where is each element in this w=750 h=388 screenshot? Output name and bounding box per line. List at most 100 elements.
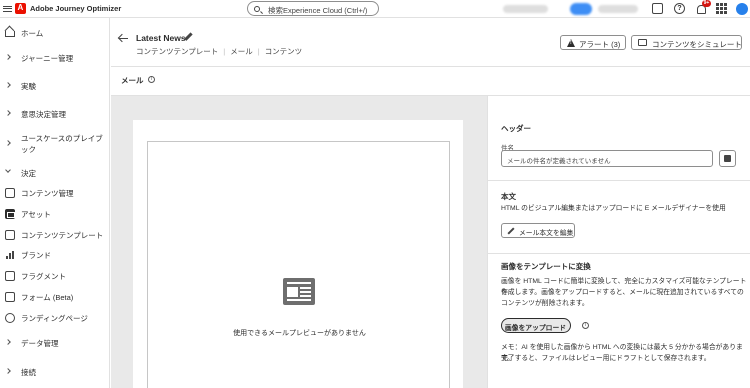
nav-label: データ管理 [21, 339, 59, 348]
nav-item-home[interactable]: ホーム [0, 24, 110, 42]
notification-badge: 9+ [702, 0, 711, 7]
top-bar: Adobe Journey Optimizer 検索Experience Clo… [0, 0, 750, 18]
feedback-icon[interactable] [652, 3, 663, 14]
adobe-logo[interactable] [15, 3, 26, 14]
convert-description-line: コンテンツが削除されます。 [501, 300, 589, 307]
nav-label: ジャーニー管理 [21, 54, 74, 63]
personalization-button[interactable] [719, 150, 736, 167]
convert-description-line: 作成します。画像をアップロードすると、メールに現在追加されているすべての [501, 289, 744, 296]
nav-item-assets[interactable]: アセット [0, 205, 110, 223]
properties-panel: ヘッダー 件名 メールの件名が定義されていません 本文 HTML のビジュアル編… [487, 96, 750, 388]
nav-label: フォーム (Beta) [21, 293, 74, 302]
content-icon [5, 188, 15, 198]
chevron-right-icon [5, 82, 11, 88]
header-section-title: ヘッダー [501, 124, 531, 133]
body-section-title: 本文 [501, 192, 516, 201]
divider [111, 66, 750, 67]
nav-label: アセット [21, 210, 51, 219]
empty-preview-icon [283, 278, 315, 305]
simulate-content-button[interactable]: コンテンツをシミュレート [631, 35, 742, 50]
chevron-down-icon [5, 167, 11, 173]
back-arrow-icon[interactable] [119, 38, 129, 40]
body-description: HTML のビジュアル編集またはアップロードに E メールデザイナーを使用 [501, 205, 726, 212]
nav-label: フラグメント [21, 272, 66, 281]
note-line: 完了すると、ファイルはレビュー用にドラフトとして保存されます。 [501, 355, 711, 362]
home-icon [5, 31, 15, 37]
chevron-right-icon [5, 140, 11, 146]
nav-label: コンテンツ管理 [21, 189, 74, 198]
nav-label: 決定 [21, 169, 36, 178]
search-placeholder: 検索Experience Cloud (Ctrl+/) [268, 6, 368, 15]
chevron-right-icon [5, 54, 11, 60]
fragment-icon [5, 271, 15, 281]
breadcrumb-separator: | [223, 47, 226, 56]
nav-item-journey[interactable]: ジャーニー管理 [0, 49, 110, 67]
breadcrumb-separator: | [257, 47, 260, 56]
sandbox-badge[interactable] [570, 3, 592, 15]
empty-preview-text: 使用できるメールプレビューがありません [233, 330, 366, 337]
chevron-right-icon [5, 339, 11, 345]
assets-icon [5, 209, 15, 219]
nav-item-data-mgmt[interactable]: データ管理 [0, 334, 110, 352]
breadcrumb-item[interactable]: メール [230, 47, 253, 56]
subject-input[interactable]: メールの件名が定義されていません [501, 150, 713, 167]
breadcrumb-item[interactable]: コンテンツテンプレート [136, 47, 218, 56]
form-icon [5, 292, 15, 302]
template-icon [5, 230, 15, 240]
org-switcher[interactable] [503, 5, 548, 13]
upload-image-label: 画像をアップロード [504, 324, 567, 332]
divider [488, 180, 750, 181]
nav-label: 意思決定管理 [21, 110, 66, 119]
edit-email-body-button[interactable]: メール本文を編集 [501, 223, 575, 238]
menu-icon[interactable] [3, 4, 12, 13]
email-preview-canvas: 使用できるメールプレビューがありません [111, 96, 487, 388]
nav-label: コンテンツテンプレート [21, 231, 104, 240]
nav-item-templates[interactable]: コンテンツテンプレート [0, 226, 110, 244]
subject-placeholder: メールの件名が定義されていません [507, 158, 611, 165]
divider [488, 253, 750, 254]
sandbox-switcher[interactable] [598, 5, 638, 13]
nav-item-forms[interactable]: フォーム (Beta) [0, 288, 110, 306]
search-icon [254, 5, 260, 12]
nav-item-connections[interactable]: 接続 [0, 363, 110, 381]
chevron-right-icon [5, 368, 11, 374]
email-preview-frame: 使用できるメールプレビューがありません [147, 141, 450, 388]
chevron-right-icon [5, 110, 11, 116]
nav-label: ホーム [21, 29, 44, 38]
simulate-icon [638, 39, 647, 46]
email-paper: 使用できるメールプレビューがありません [133, 120, 463, 388]
edit-email-body-label: メール本文を編集 [519, 230, 574, 237]
nav-item-brand[interactable]: ブランド [0, 246, 110, 264]
page-title: Latest News [136, 33, 186, 43]
convert-section-title: 画像をテンプレートに変換 [501, 262, 591, 271]
nav-item-landing-pages[interactable]: ランディングページ [0, 309, 110, 327]
alerts-button-label: アラート (3) [579, 40, 621, 49]
breadcrumb: コンテンツテンプレート | メール | コンテンツ [136, 46, 302, 57]
info-icon[interactable]: i [582, 322, 589, 329]
nav-label: ユースケースのプレイブック [21, 134, 103, 154]
user-avatar[interactable] [736, 3, 748, 15]
simulate-button-label: コンテンツをシミュレート [652, 40, 742, 49]
nav-item-experiments[interactable]: 実験 [0, 77, 110, 95]
nav-item-fragments[interactable]: フラグメント [0, 267, 110, 285]
alerts-button[interactable]: アラート (3) [560, 35, 626, 50]
apps-grid-icon[interactable] [716, 3, 727, 14]
alert-icon [567, 39, 575, 47]
brand-icon [5, 250, 15, 260]
nav-item-decisions[interactable]: 決定 [0, 164, 110, 182]
search-input[interactable]: 検索Experience Cloud (Ctrl+/) [247, 1, 379, 16]
nav-item-content-mgmt[interactable]: コンテンツ管理 [0, 184, 110, 202]
nav-item-decision-mgmt[interactable]: 意思決定管理 [0, 105, 110, 123]
left-nav: ホーム ジャーニー管理 実験 意思決定管理 ユースケースのプレイブック 決定 コ… [0, 18, 110, 388]
breadcrumb-item[interactable]: コンテンツ [265, 47, 303, 56]
upload-image-button[interactable]: 画像をアップロード [501, 318, 571, 333]
edit-title-icon[interactable] [183, 32, 192, 41]
help-icon[interactable]: ? [674, 3, 685, 14]
nav-item-playbooks[interactable]: ユースケースのプレイブック [0, 131, 110, 157]
nav-label: 実験 [21, 82, 36, 91]
info-icon[interactable]: i [148, 76, 155, 83]
app-name[interactable]: Adobe Journey Optimizer [30, 4, 121, 13]
nav-label: ランディングページ [21, 314, 88, 323]
section-label: メール [121, 76, 144, 85]
main-area: Latest News コンテンツテンプレート | メール | コンテンツ アラート (… [111, 18, 750, 388]
